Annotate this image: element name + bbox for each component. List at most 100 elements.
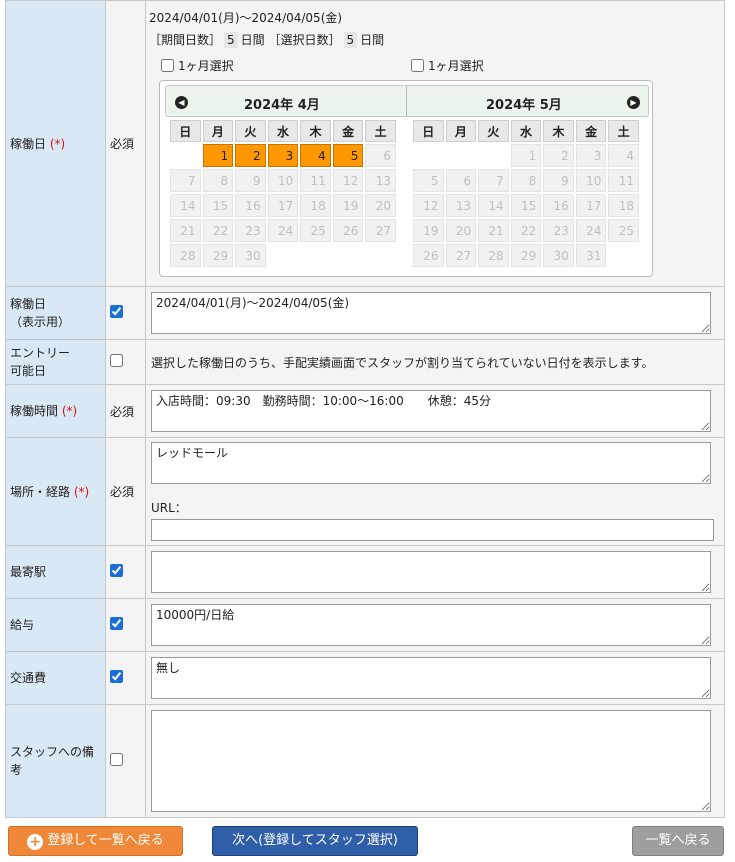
calendar-day: 20 <box>365 194 396 217</box>
url-input[interactable] <box>151 519 714 541</box>
calendar-day: 26 <box>332 219 364 242</box>
selected-days-unit: 日間 <box>360 33 385 47</box>
display-days-textarea[interactable]: 2024/04/01(月)～2024/04/05(金) <box>151 292 711 334</box>
calendar-day: 28 <box>170 244 201 267</box>
location-textarea[interactable]: レッドモール <box>151 442 711 484</box>
calendar-area: 2024/04/01(月)～2024/04/05(金) ［期間日数］ 5 日間 ［選… <box>146 1 724 286</box>
calendar-day: 13 <box>445 194 477 217</box>
display-days-check-cell <box>105 286 146 340</box>
month-select-april-checkbox[interactable] <box>161 59 174 72</box>
month-select-may[interactable]: 1ヶ月選択 <box>411 57 484 74</box>
station-value-cell <box>145 545 725 599</box>
required-cell: 必須 <box>105 0 146 287</box>
transport-label: 交通費 <box>10 671 47 685</box>
required-text: 必須 <box>110 137 135 151</box>
chevron-left-icon[interactable]: ◀ <box>175 96 188 109</box>
calendar-day: 21 <box>478 219 509 242</box>
transport-check-cell <box>105 651 146 705</box>
period-days-label: ［期間日数］ <box>149 33 222 47</box>
calendar-day: 24 <box>267 219 299 242</box>
calendar-day: 27 <box>445 244 477 267</box>
datepicker: ◀ 2024年 4月 2024年 5月 ▶ 日月火水木金土 1 2 3 4 5 6 7 8 9 10… <box>159 80 653 277</box>
register-back-button[interactable]: + 登録して一覧へ戻る <box>8 826 183 856</box>
display-days-sublabel: （表示用） <box>10 315 71 329</box>
back-list-label: 一覧へ戻る <box>645 833 711 848</box>
period-days-value: 5 <box>224 32 238 48</box>
day-counts: ［期間日数］ 5 日間 ［選択日数］ 5 日間 <box>149 31 384 48</box>
back-to-list-button[interactable]: 一覧へ戻る <box>632 826 724 856</box>
entry-days-label-cell: エントリー 可能日 <box>5 339 106 385</box>
weekday-header: 水 <box>267 120 299 142</box>
calendar-day: 18 <box>300 194 331 217</box>
calendar-empty-cell <box>300 244 331 267</box>
calendar-day: 10 <box>267 169 299 192</box>
entry-days-checkbox[interactable] <box>110 354 123 367</box>
station-checkbox[interactable] <box>110 564 123 577</box>
transport-checkbox[interactable] <box>110 670 123 683</box>
calendar-empty-cell <box>365 244 396 267</box>
calendar-empty-cell <box>170 144 201 167</box>
calendar-day: 17 <box>575 194 607 217</box>
calendar-day: 29 <box>202 244 234 267</box>
datepicker-header: ◀ 2024年 4月 2024年 5月 ▶ <box>165 85 649 117</box>
calendar-day: 1 <box>510 144 542 167</box>
transport-label-cell: 交通費 <box>5 651 106 705</box>
period-days-unit: 日間 <box>240 33 265 47</box>
calendar-empty-cell <box>478 144 509 167</box>
weekday-header: 木 <box>300 120 331 142</box>
chevron-right-icon[interactable]: ▶ <box>627 96 640 109</box>
calendar-day[interactable]: 1 <box>202 144 234 167</box>
month-select-label: 1ヶ月選択 <box>178 59 234 73</box>
calendar-day[interactable]: 2 <box>235 144 266 167</box>
transport-textarea[interactable]: 無し <box>151 657 711 699</box>
station-label-cell: 最寄駅 <box>5 545 106 599</box>
display-days-value-cell: 2024/04/01(月)～2024/04/05(金) <box>145 286 725 340</box>
calendar-day: 9 <box>543 169 574 192</box>
entry-days-check-cell <box>105 339 146 385</box>
required-mark: (*) <box>49 136 66 151</box>
month-select-april[interactable]: 1ヶ月選択 <box>161 57 234 74</box>
salary-textarea[interactable]: 10000円/日給 <box>151 604 711 646</box>
salary-label: 給与 <box>10 618 35 632</box>
calendar-day[interactable]: 5 <box>332 144 364 167</box>
station-label: 最寄駅 <box>10 565 47 579</box>
selected-days-value: 5 <box>343 32 358 48</box>
weekday-header: 火 <box>478 120 509 142</box>
station-textarea[interactable] <box>151 551 711 593</box>
next-register-select-staff-button[interactable]: 次へ(登録してスタッフ選択) <box>212 826 418 856</box>
entry-days-value-cell: 選択した稼働日のうち、手配実績画面でスタッフが割り当てられていない日付を表示しま… <box>145 339 725 385</box>
staff-note-textarea[interactable] <box>151 710 711 812</box>
calendar-day: 6 <box>365 144 396 167</box>
staff-note-checkbox[interactable] <box>110 753 123 766</box>
weekday-header: 木 <box>543 120 574 142</box>
calendar-day[interactable]: 4 <box>300 144 331 167</box>
working-hours-textarea[interactable]: 入店時間：09:30 勤務時間：10:00～16:00 休憩：45分 <box>151 390 711 432</box>
weekday-header: 土 <box>365 120 396 142</box>
calendar-day: 21 <box>170 219 201 242</box>
entry-days-description: 選択した稼働日のうち、手配実績画面でスタッフが割り当てられていない日付を表示しま… <box>151 355 654 370</box>
working-days-label: 稼働日 <box>10 136 47 151</box>
required-text: 必須 <box>110 485 135 499</box>
calendar-day: 7 <box>478 169 509 192</box>
calendar-day[interactable]: 3 <box>267 144 299 167</box>
calendar-day: 11 <box>608 169 639 192</box>
month-select-may-checkbox[interactable] <box>411 59 424 72</box>
weekday-header: 月 <box>445 120 477 142</box>
calendar-day: 22 <box>510 219 542 242</box>
calendar-day: 19 <box>413 219 444 242</box>
salary-checkbox[interactable] <box>110 617 123 630</box>
display-days-checkbox[interactable] <box>110 305 123 318</box>
calendar-day: 30 <box>543 244 574 267</box>
staff-note-label-cell: スタッフへの備考 <box>5 704 106 818</box>
location-value-cell: レッドモール URL： <box>145 437 725 546</box>
required-mark: (*) <box>61 404 78 418</box>
staff-note-check-cell <box>105 704 146 818</box>
required-cell: 必須 <box>105 437 146 546</box>
station-check-cell <box>105 545 146 599</box>
weekday-header: 日 <box>413 120 444 142</box>
calendar-empty-cell <box>608 244 639 267</box>
calendar-day: 7 <box>170 169 201 192</box>
calendar-grid-april: 日月火水木金土 1 2 3 4 5 6 7 8 9 10 11 12 13 14 15 16 17 18 19 20 21… <box>168 118 398 269</box>
staff-note-value-cell <box>145 704 725 818</box>
calendar-day: 22 <box>202 219 234 242</box>
